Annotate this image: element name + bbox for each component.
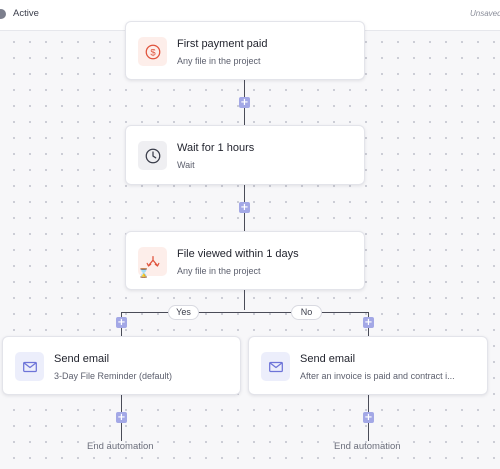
condition-title: File viewed within 1 days <box>177 248 299 260</box>
add-step-button[interactable]: + <box>239 97 250 108</box>
trigger-card[interactable]: $ First payment paid Any file in the pro… <box>125 21 365 80</box>
no-action-title: Send email <box>300 353 356 365</box>
add-step-button[interactable]: + <box>239 202 250 213</box>
wait-title: Wait for 1 hours <box>177 142 255 154</box>
trigger-title: First payment paid <box>177 38 268 50</box>
wait-card[interactable]: Wait for 1 hours Wait <box>125 125 365 185</box>
connector-line <box>244 290 245 310</box>
yes-action-title: Send email <box>54 353 110 365</box>
branch-connector-line <box>121 312 368 313</box>
add-step-button[interactable]: + <box>363 412 374 423</box>
save-state-label: Unsaved <box>470 9 500 18</box>
no-action-subtitle: After an invoice is paid and contract i.… <box>300 371 455 381</box>
envelope-icon <box>261 352 290 381</box>
status-indicator <box>0 9 6 19</box>
wait-subtitle: Wait <box>177 160 195 170</box>
trigger-subtitle: Any file in the project <box>177 56 261 66</box>
yes-action-card[interactable]: Send email 3-Day File Reminder (default) <box>2 336 241 395</box>
yes-action-subtitle: 3-Day File Reminder (default) <box>54 371 173 381</box>
add-step-button[interactable]: + <box>363 317 374 328</box>
no-action-card[interactable]: Send email After an invoice is paid and … <box>248 336 488 395</box>
add-step-button[interactable]: + <box>116 412 127 423</box>
branch-no-label[interactable]: No <box>291 305 322 320</box>
end-automation-label: End automation <box>87 441 154 452</box>
branch-yes-label[interactable]: Yes <box>168 305 199 320</box>
status-label: Active <box>13 8 39 19</box>
svg-text:$: $ <box>150 47 156 58</box>
envelope-icon <box>15 352 44 381</box>
dollar-circle-icon: $ <box>138 37 167 66</box>
clock-icon <box>138 141 167 170</box>
add-step-button[interactable]: + <box>116 317 127 328</box>
hourglass-icon: ⌛ <box>138 268 150 278</box>
end-automation-label: End automation <box>334 441 401 452</box>
condition-subtitle: Any file in the project <box>177 266 261 276</box>
condition-card[interactable]: ⌛ File viewed within 1 days Any file in … <box>125 231 365 290</box>
